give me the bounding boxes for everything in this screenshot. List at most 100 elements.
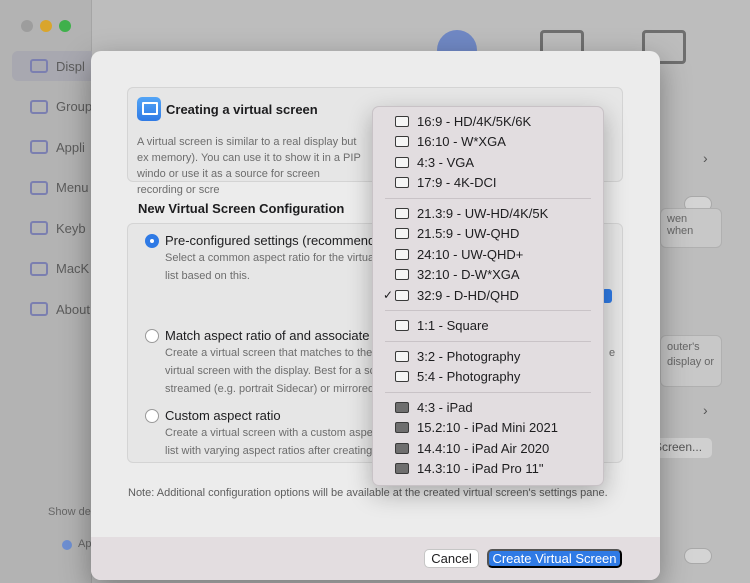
menu-item-label: 16:10 - W*XGA bbox=[417, 134, 506, 150]
option-1: Pre-configured settings (recommend Select… bbox=[145, 233, 375, 284]
display-outline-icon bbox=[395, 177, 409, 189]
menu-item[interactable]: 17:9 - 4K-DCI bbox=[373, 173, 603, 194]
chevron-right-icon[interactable]: › bbox=[703, 402, 708, 418]
sidebar-item-label: Group bbox=[56, 99, 92, 114]
option-edge-fragment: e bbox=[609, 347, 616, 359]
menu-item-label: 14.4:10 - iPad Air 2020 bbox=[417, 440, 550, 456]
background-toolbar bbox=[92, 0, 750, 70]
menu-separator bbox=[385, 340, 591, 342]
chevron-right-icon[interactable]: › bbox=[703, 150, 708, 166]
radio-button[interactable] bbox=[145, 408, 159, 423]
display-outline-icon bbox=[395, 156, 409, 168]
aspect-ratio-menu: 16:9 - HD/4K/5K/6K 16:10 - W*XGA 4:3 - VGA… bbox=[372, 106, 604, 486]
right-fragment: display or bbox=[667, 356, 715, 368]
virtual-screen-icon bbox=[137, 97, 161, 121]
radio-button[interactable] bbox=[145, 233, 159, 248]
ipad-icon bbox=[395, 463, 409, 475]
menu-item[interactable]: 32:10 - D-W*XGA bbox=[373, 265, 603, 286]
display-outline-icon bbox=[395, 248, 409, 260]
background-sidebar: Displ Group Appli Menu Keyb MacK About Show de… bbox=[0, 0, 92, 583]
menu-item[interactable]: 1:1 - Square bbox=[373, 316, 603, 337]
option-row[interactable]: Custom aspect ratio bbox=[145, 408, 375, 423]
option-description: Create a virtual screen with a custom as… bbox=[165, 427, 375, 439]
sidebar-item-label: About bbox=[56, 301, 90, 317]
display-outline-icon bbox=[395, 371, 409, 383]
right-fragment: wen when bbox=[667, 213, 694, 237]
menu-item-label: 4:3 - iPad bbox=[417, 399, 473, 415]
checkmark-icon: ✓ bbox=[382, 288, 393, 303]
menu-item[interactable]: 21.5:9 - UW-QHD bbox=[373, 224, 603, 245]
background-card: wen when bbox=[660, 208, 722, 248]
sidebar-item[interactable]: MacK bbox=[12, 254, 92, 284]
menu-icon bbox=[30, 180, 48, 195]
sidebar-item[interactable]: About bbox=[12, 294, 92, 324]
option-description: list with varying aspect ratios after cr… bbox=[165, 445, 373, 457]
option-description: list based on this. bbox=[165, 270, 250, 282]
menu-item[interactable]: 16:9 - HD/4K/5K/6K bbox=[373, 111, 603, 132]
menu-item[interactable]: 14.3:10 - iPad Pro 11" bbox=[373, 459, 603, 480]
sidebar-item[interactable]: Keyb bbox=[12, 213, 92, 243]
option-description: virtual screen with the display. Best fo… bbox=[165, 365, 375, 377]
right-fragment: outer's bbox=[667, 341, 700, 353]
close-window-icon[interactable] bbox=[21, 20, 33, 32]
configuration-note: Note: Additional configuration options w… bbox=[128, 487, 608, 499]
option-row[interactable]: Pre-configured settings (recommend bbox=[145, 233, 375, 248]
display-outline-icon bbox=[395, 320, 409, 332]
menu-item-label: 1:1 - Square bbox=[417, 318, 489, 334]
menu-item-label: 14.3:10 - iPad Pro 11" bbox=[417, 461, 544, 477]
menu-item[interactable]: 4:3 - VGA bbox=[373, 152, 603, 173]
display-outline-icon bbox=[395, 115, 409, 127]
info-title: Creating a virtual screen bbox=[166, 102, 318, 117]
option-label: Pre-configured settings (recommend bbox=[165, 233, 376, 248]
menu-item[interactable]: 4:3 - iPad bbox=[373, 397, 603, 418]
tag-icon bbox=[30, 302, 48, 316]
ipad-icon bbox=[395, 401, 409, 413]
bottom-row-label: Ap bbox=[78, 538, 92, 550]
app-status-icon bbox=[62, 540, 72, 550]
menu-item[interactable]: 5:4 - Photography bbox=[373, 367, 603, 388]
app-icon bbox=[30, 140, 48, 154]
menu-item-label: 3:2 - Photography bbox=[417, 348, 521, 364]
menu-item-label: 32:10 - D-W*XGA bbox=[417, 267, 520, 283]
menu-item[interactable]: 3:2 - Photography bbox=[373, 346, 603, 367]
show-desktop-label: Show de bbox=[48, 506, 91, 518]
display-outline-icon bbox=[395, 350, 409, 362]
sidebar-item-label: Appli bbox=[56, 139, 85, 155]
option-3: Custom aspect ratio Create a virtual scre… bbox=[145, 408, 375, 459]
option-description: Create a virtual screen that matches to … bbox=[165, 347, 373, 359]
sidebar-item[interactable]: Displ bbox=[12, 51, 92, 81]
menu-item[interactable]: 14.4:10 - iPad Air 2020 bbox=[373, 438, 603, 459]
sidebar-item[interactable]: Menu bbox=[12, 173, 92, 203]
cancel-button[interactable]: Cancel bbox=[424, 549, 479, 568]
sidebar-item-label: Menu bbox=[56, 180, 89, 195]
background-toggle[interactable] bbox=[684, 548, 712, 564]
display-outline-icon bbox=[395, 136, 409, 148]
menu-item-label: 17:9 - 4K-DCI bbox=[417, 175, 497, 191]
sidebar-item-label: MacK bbox=[56, 261, 90, 276]
sidebar-item-label: Keyb bbox=[56, 220, 86, 236]
gear-icon bbox=[30, 261, 48, 276]
display-outline-icon bbox=[395, 228, 409, 240]
background-card: outer's display or bbox=[660, 335, 722, 387]
sidebar-item[interactable]: Appli bbox=[12, 132, 92, 162]
menu-item-label: 4:3 - VGA bbox=[417, 154, 475, 170]
create-virtual-screen-button[interactable]: Create Virtual Screen bbox=[487, 549, 622, 568]
menu-item[interactable]: 15.2:10 - iPad Mini 2021 bbox=[373, 418, 603, 439]
option-description: Select a common aspect ratio for the vir… bbox=[165, 252, 375, 264]
menu-item-label: 32:9 - D-HD/QHD bbox=[417, 287, 519, 303]
option-row[interactable]: Match aspect ratio of and associate t bbox=[145, 328, 377, 343]
radio-button[interactable] bbox=[145, 328, 159, 343]
menu-item[interactable]: 21.3:9 - UW-HD/4K/5K bbox=[373, 203, 603, 224]
display-icon bbox=[30, 59, 48, 73]
minimize-window-icon[interactable] bbox=[40, 20, 52, 32]
option-label: Match aspect ratio of and associate t bbox=[165, 328, 377, 343]
zoom-window-icon[interactable] bbox=[59, 20, 71, 32]
menu-separator bbox=[385, 310, 591, 311]
menu-item-label: 24:10 - UW-QHD+ bbox=[417, 246, 524, 262]
menu-item[interactable]: 24:10 - UW-QHD+ bbox=[373, 244, 603, 265]
menu-item[interactable]: 16:10 - W*XGA bbox=[373, 132, 603, 153]
sidebar-item[interactable]: Group bbox=[12, 92, 92, 122]
sidebar-item-label: Displ bbox=[56, 58, 85, 74]
menu-item[interactable]: ✓ 32:9 - D-HD/QHD bbox=[373, 285, 603, 306]
section-title: New Virtual Screen Configuration bbox=[138, 201, 345, 216]
